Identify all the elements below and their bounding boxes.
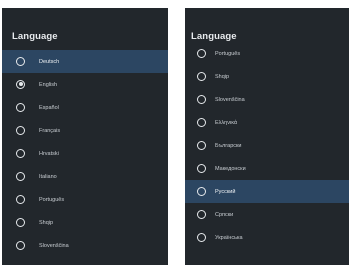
language-label: Português (39, 196, 65, 203)
language-panel-right: Language Português Shqip Slovenščina Ελλ… (185, 8, 349, 265)
language-option[interactable]: Українська (185, 226, 349, 249)
radio-icon (16, 79, 25, 89)
language-label: Українська (215, 234, 243, 241)
language-label: Français (39, 127, 61, 134)
radio-icon (16, 171, 25, 181)
language-label: Slovenščina (39, 242, 69, 249)
language-option[interactable]: Français (2, 119, 168, 142)
page-title: Language (12, 31, 58, 42)
language-option[interactable]: Српски (185, 203, 349, 226)
radio-icon (16, 217, 25, 227)
language-label: Русский (215, 188, 236, 195)
language-option[interactable]: Shqip (185, 65, 349, 88)
radio-icon (197, 48, 206, 58)
language-label: English (39, 81, 58, 88)
language-label: Hrvatski (39, 150, 59, 157)
radio-icon (197, 186, 206, 196)
language-option[interactable]: Slovenščina (2, 234, 168, 257)
radio-icon (16, 194, 25, 204)
language-option[interactable]: Deutsch (2, 50, 168, 73)
language-label: Español (39, 104, 59, 111)
language-option[interactable]: Español (2, 96, 168, 119)
language-option[interactable]: Português (2, 188, 168, 211)
language-option[interactable]: Italiano (2, 165, 168, 188)
language-option[interactable]: Македонски (185, 157, 349, 180)
page-title: Language (191, 31, 237, 42)
radio-icon (197, 209, 206, 219)
language-option[interactable]: Shqip (2, 211, 168, 234)
language-label: Српски (215, 211, 234, 218)
language-label: Italiano (39, 173, 57, 180)
radio-icon (16, 148, 25, 158)
radio-icon (197, 117, 206, 127)
language-label: Македонски (215, 165, 246, 172)
radio-icon (197, 71, 206, 81)
language-label: Shqip (39, 219, 54, 226)
language-panel-left: Language Deutsch English Español Françai… (2, 8, 168, 265)
language-option[interactable]: Hrvatski (2, 142, 168, 165)
language-label: Ελληνικά (215, 119, 238, 126)
radio-icon (16, 240, 25, 250)
language-option[interactable]: Slovenščina (185, 88, 349, 111)
language-label: Slovenščina (215, 96, 245, 103)
language-option[interactable]: English (2, 73, 168, 96)
radio-icon (16, 125, 25, 135)
language-option[interactable]: Български (185, 134, 349, 157)
radio-icon (197, 140, 206, 150)
radio-icon (16, 56, 25, 66)
language-label: Português (215, 50, 241, 57)
language-option[interactable]: Русский (185, 180, 349, 203)
language-label: Български (215, 142, 242, 149)
radio-icon (16, 102, 25, 112)
language-label: Deutsch (39, 58, 60, 65)
language-label: Shqip (215, 73, 230, 80)
radio-icon (197, 232, 206, 242)
radio-icon (197, 163, 206, 173)
language-option[interactable]: Português (185, 42, 349, 65)
radio-icon (197, 94, 206, 104)
language-option[interactable]: Ελληνικά (185, 111, 349, 134)
